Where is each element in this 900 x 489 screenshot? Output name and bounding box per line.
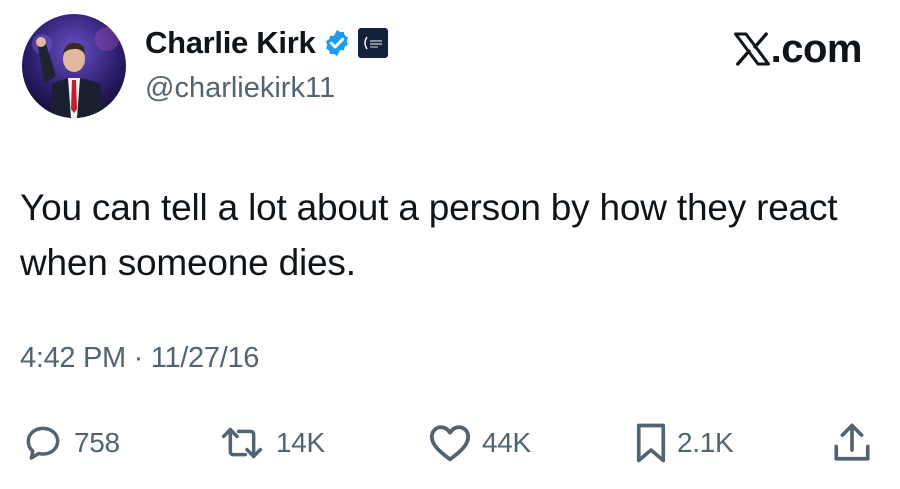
x-logo-icon [733, 32, 770, 66]
retweet-icon [221, 427, 263, 459]
action-bar: 758 14K 44K 2.1K [0, 418, 900, 468]
brand-watermark: .com [733, 26, 863, 72]
avatar-image [22, 14, 126, 118]
retweet-count: 14K [276, 427, 325, 458]
bookmark-icon [636, 423, 666, 463]
verified-badge-icon[interactable] [322, 28, 352, 58]
reply-count: 758 [74, 427, 120, 458]
retweet-button[interactable]: 14K [218, 418, 325, 468]
author-handle[interactable]: @charliekirk11 [145, 72, 335, 105]
affiliate-logo-icon[interactable] [358, 28, 389, 58]
bookmark-count: 2.1K [677, 427, 734, 458]
author-name-row: Charlie Kirk [145, 22, 389, 64]
tweet-timestamp[interactable]: 4:42 PM · 11/27/16 [20, 342, 259, 375]
like-button[interactable]: 44K [428, 418, 531, 468]
reply-icon [26, 426, 60, 460]
tweet-text: You can tell a lot about a person by how… [20, 187, 838, 283]
share-button[interactable] [832, 418, 872, 468]
share-icon [834, 423, 870, 461]
bookmark-button[interactable]: 2.1K [635, 418, 734, 468]
heart-icon [429, 425, 471, 462]
like-count: 44K [482, 427, 531, 458]
reply-button[interactable]: 758 [22, 418, 120, 468]
author-display-name[interactable]: Charlie Kirk [145, 25, 316, 61]
brand-suffix: .com [770, 26, 863, 71]
author-avatar[interactable] [22, 14, 126, 118]
